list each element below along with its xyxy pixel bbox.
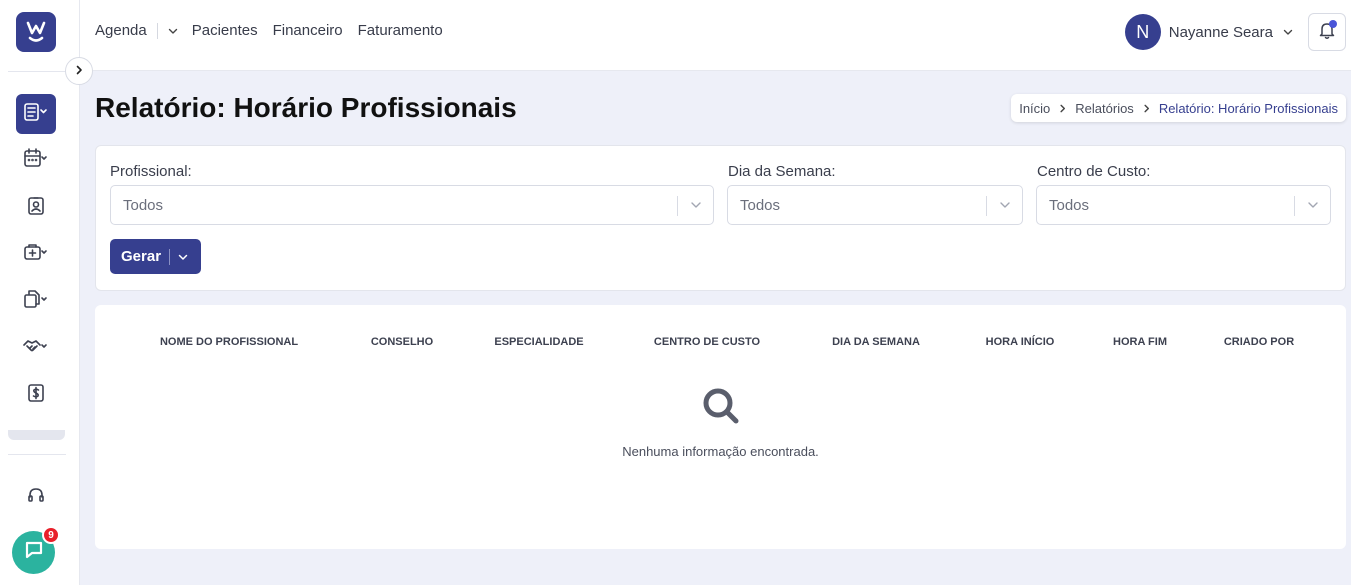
centro-custo-select-value: Todos [1049, 197, 1090, 214]
chevron-down-icon [998, 198, 1012, 217]
breadcrumb-item-current: Relatório: Horário Profissionais [1158, 100, 1338, 116]
nav-item-agenda[interactable]: Agenda [95, 22, 147, 39]
breadcrumb-item-inicio[interactable]: Início [1019, 101, 1050, 116]
sidebar-item-financial[interactable] [16, 375, 56, 415]
chevron-down-icon[interactable] [168, 26, 178, 36]
centro-custo-select[interactable]: Todos [1036, 185, 1331, 225]
column-header-hora-fim[interactable]: HORA FIM [1113, 336, 1167, 348]
chevron-down-icon [1306, 198, 1320, 217]
sidebar-divider [8, 71, 66, 72]
sidebar-item-agreements[interactable] [16, 328, 56, 368]
sidebar: 9 [0, 0, 80, 585]
report-icon [23, 102, 49, 127]
notification-dot [1329, 20, 1337, 28]
notifications-button[interactable] [1308, 13, 1346, 51]
dia-semana-label: Dia da Semana: [728, 163, 836, 180]
column-header-criado-por[interactable]: CRIADO POR [1224, 336, 1294, 348]
chevron-down-icon [689, 198, 703, 217]
breadcrumb: Início Relatórios Relatório: Horário Pro… [1011, 94, 1346, 122]
dollar-icon [26, 383, 46, 408]
medical-case-icon [23, 242, 49, 267]
select-divider [1294, 196, 1295, 216]
user-menu[interactable]: N Nayanne Seara [1124, 14, 1293, 50]
main-nav: Agenda Pacientes Financeiro Faturamento [95, 22, 443, 39]
documents-icon [23, 289, 49, 314]
sidebar-item-support[interactable] [16, 477, 56, 517]
select-divider [986, 196, 987, 216]
patient-badge-icon [26, 196, 46, 221]
chevron-down-icon [1283, 27, 1293, 37]
profissional-select[interactable]: Todos [110, 185, 714, 225]
profissional-select-value: Todos [123, 197, 164, 214]
brand-logo-icon[interactable] [16, 12, 56, 52]
empty-state-message: Nenhuma informação encontrada. [622, 444, 819, 459]
column-header-conselho[interactable]: CONSELHO [371, 336, 433, 348]
chat-notification-badge: 9 [42, 526, 60, 544]
user-name: Nayanne Seara [1168, 23, 1273, 41]
chevron-right-icon [74, 62, 84, 80]
column-header-especialidade[interactable]: ESPECIALIDADE [494, 336, 583, 348]
column-header-nome[interactable]: NOME DO PROFISSIONAL [160, 336, 298, 348]
top-navigation-bar: Agenda Pacientes Financeiro Faturamento … [80, 0, 1351, 71]
sidebar-item-clinical[interactable] [16, 234, 56, 274]
sidebar-divider [8, 454, 66, 455]
dia-semana-select[interactable]: Todos [727, 185, 1023, 225]
sidebar-item-schedule[interactable] [16, 140, 56, 180]
centro-custo-label: Centro de Custo: [1037, 163, 1151, 180]
sidebar-item-documents[interactable] [16, 281, 56, 321]
generate-button-label: Gerar [121, 248, 162, 265]
filter-panel: Profissional: Todos Dia da Semana: Todos… [95, 145, 1346, 291]
chevron-down-icon[interactable] [178, 252, 188, 262]
breadcrumb-item-relatorios[interactable]: Relatórios [1075, 101, 1134, 116]
nav-divider [156, 22, 158, 39]
handshake-icon [23, 336, 49, 361]
chat-icon [23, 539, 45, 566]
nav-item-faturamento[interactable]: Faturamento [358, 22, 443, 39]
sidebar-toggle-button[interactable] [65, 57, 93, 85]
sidebar-item-patients[interactable] [16, 188, 56, 228]
nav-item-financeiro[interactable]: Financeiro [273, 22, 343, 39]
dia-semana-select-value: Todos [740, 197, 781, 214]
select-divider [677, 196, 678, 216]
column-header-dia-semana[interactable]: DIA DA SEMANA [832, 336, 920, 348]
calendar-icon [23, 147, 49, 173]
column-header-hora-inicio[interactable]: HORA INÍCIO [986, 336, 1055, 348]
generate-button[interactable]: Gerar [110, 239, 201, 274]
column-header-centro-custo[interactable]: CENTRO DE CUSTO [654, 336, 760, 348]
chevron-right-icon [1142, 104, 1151, 113]
headset-icon [26, 485, 46, 510]
profissional-label: Profissional: [110, 163, 192, 180]
button-divider [169, 248, 171, 265]
chevron-right-icon [1058, 104, 1067, 113]
nav-item-pacientes[interactable]: Pacientes [192, 22, 258, 39]
page-title: Relatório: Horário Profissionais [95, 92, 517, 123]
avatar: N [1124, 14, 1161, 50]
results-table: NOME DO PROFISSIONAL CONSELHO ESPECIALID… [95, 305, 1346, 549]
sidebar-scroll-indicator[interactable] [8, 430, 65, 440]
sidebar-item-reports[interactable] [16, 94, 56, 134]
search-icon [700, 385, 742, 432]
